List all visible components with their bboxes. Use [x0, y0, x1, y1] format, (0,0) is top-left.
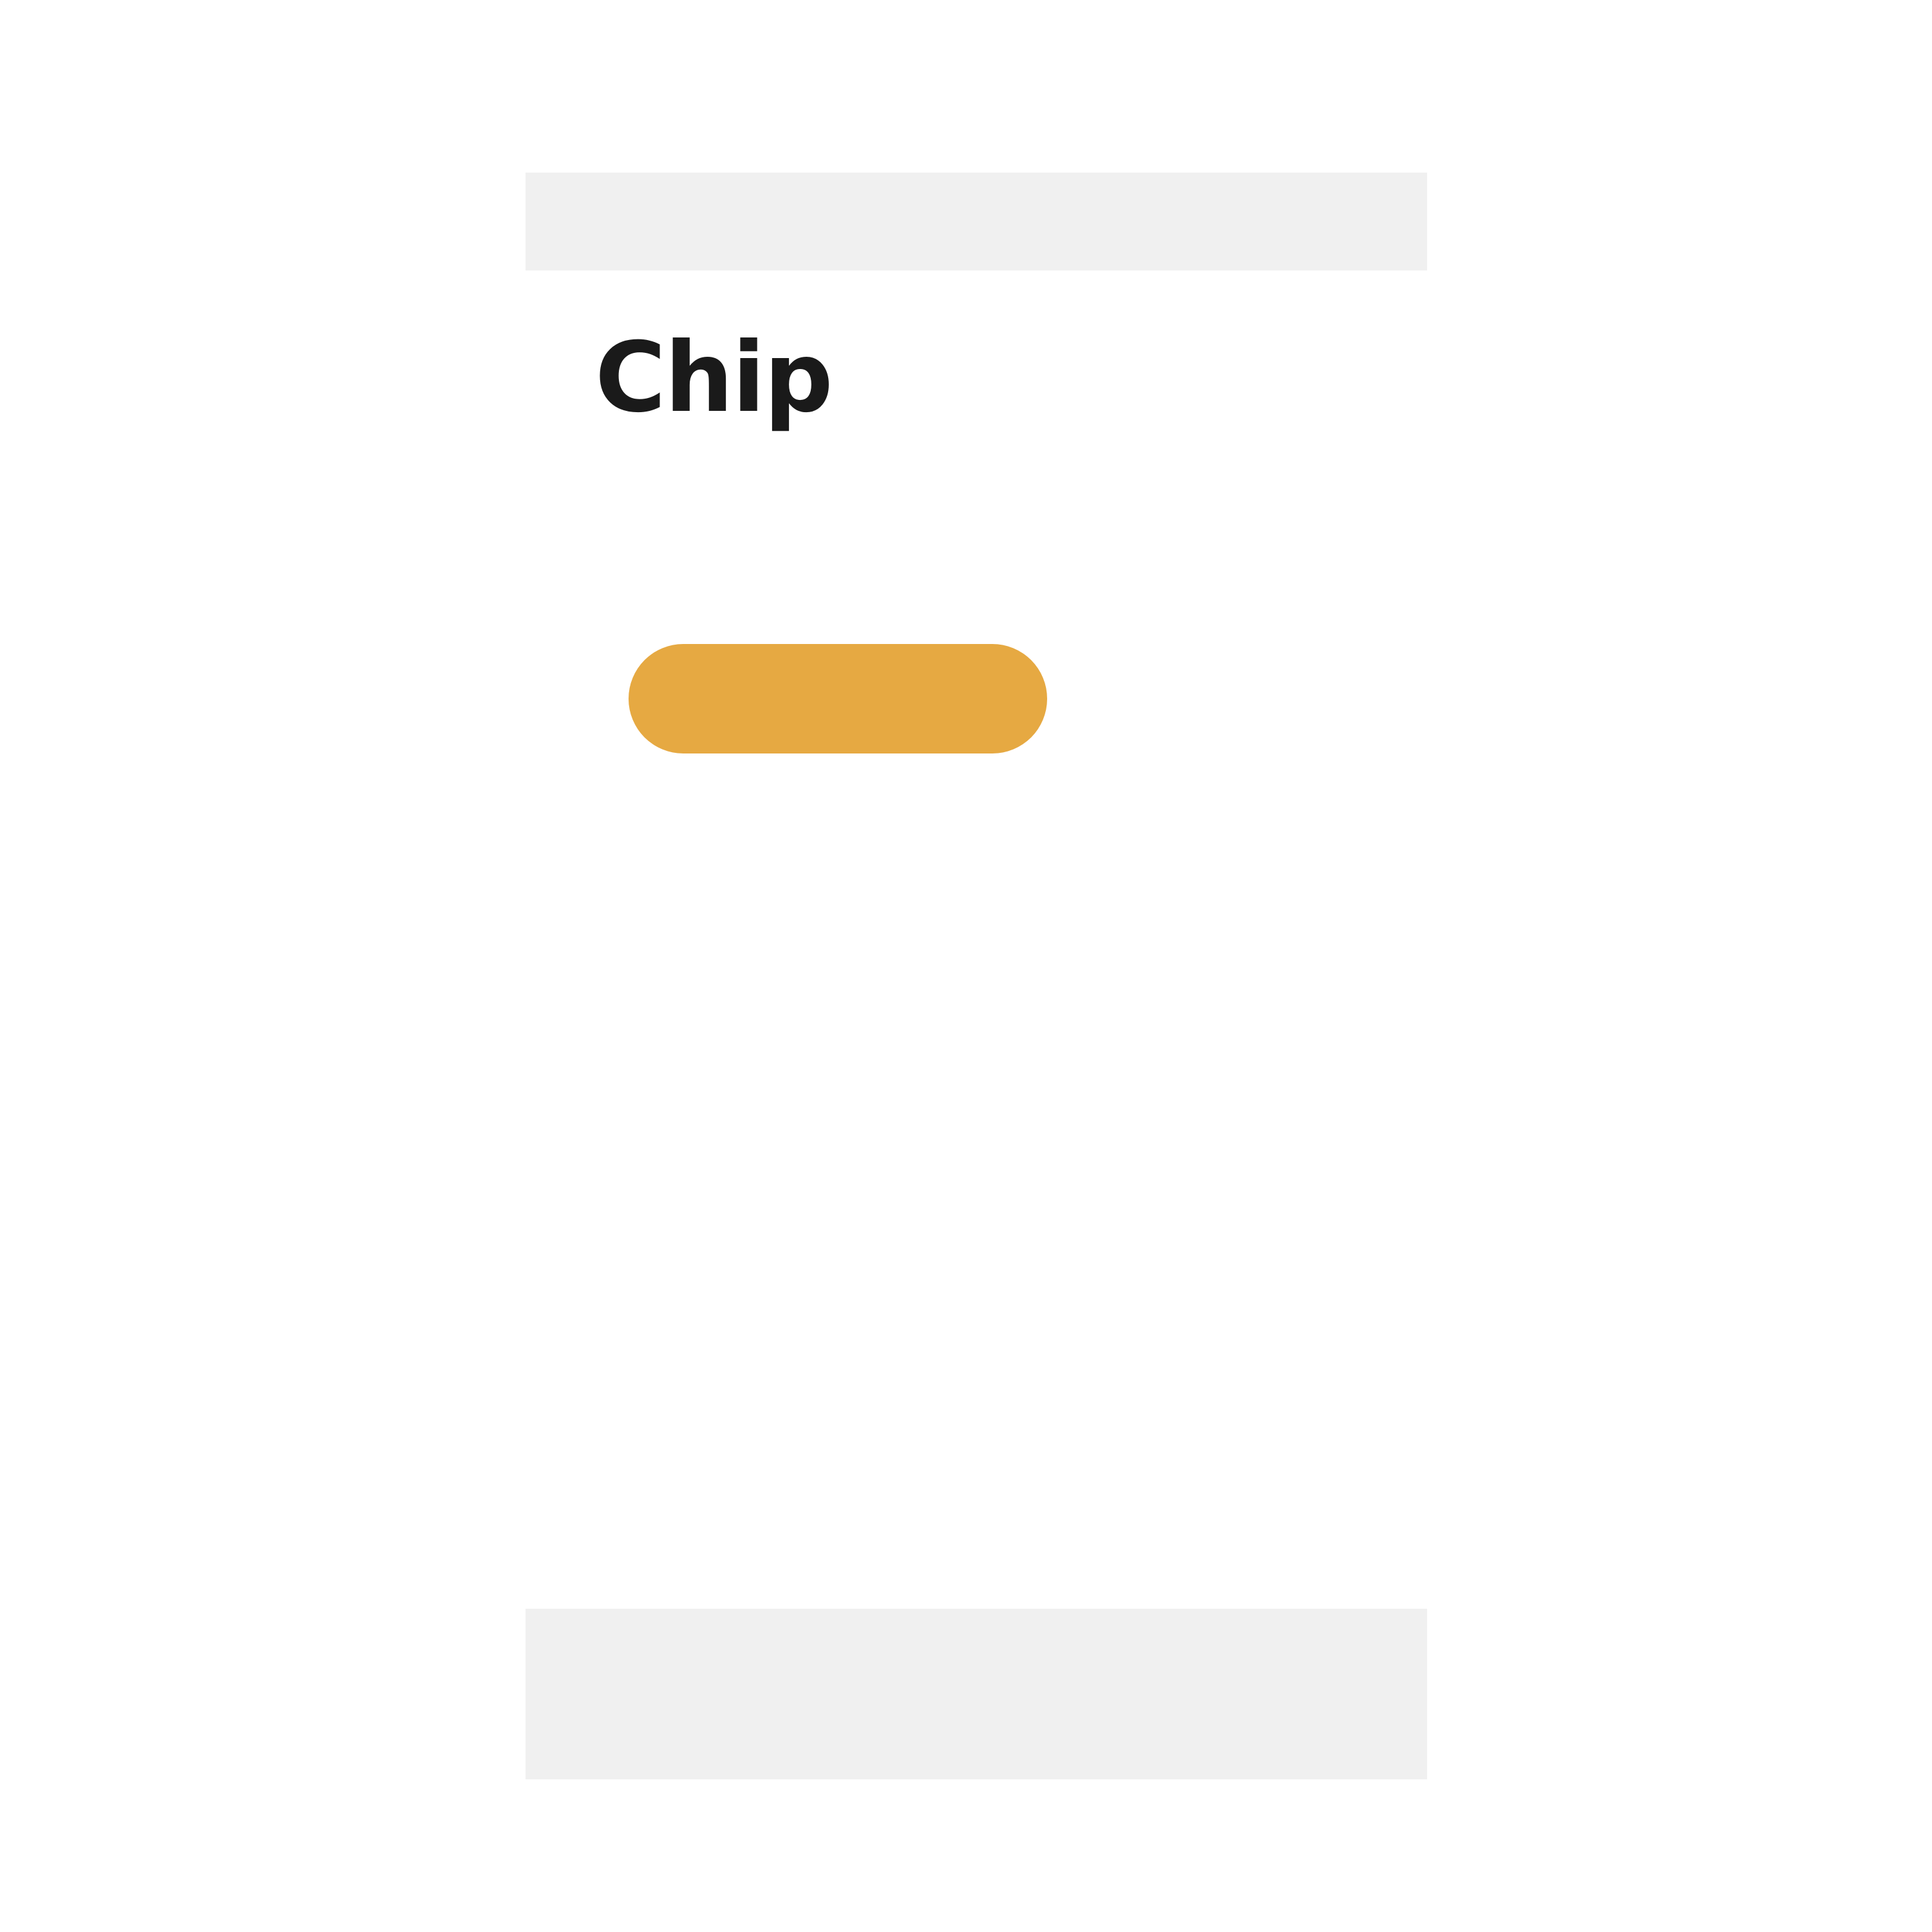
chip[interactable]	[629, 644, 1047, 753]
app-frame: Chip	[526, 173, 1427, 1779]
bottom-bar	[526, 1609, 1427, 1779]
page-title: Chip	[595, 322, 833, 434]
top-app-bar	[526, 173, 1427, 270]
